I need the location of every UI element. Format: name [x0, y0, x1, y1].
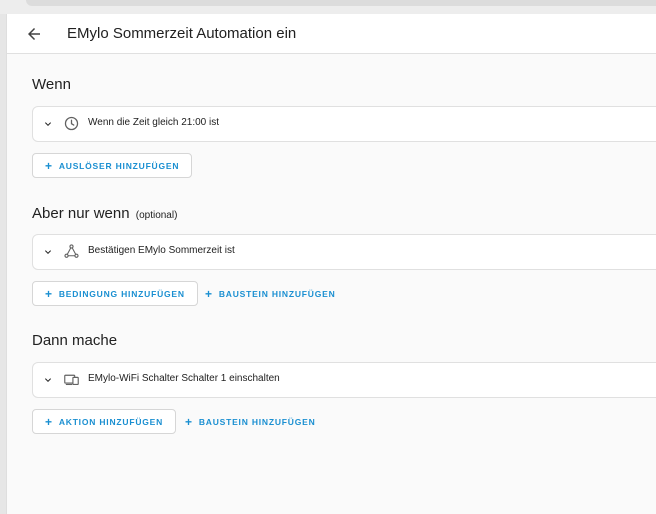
condition-label: Bestätigen EMylo Sommerzeit ist: [88, 245, 235, 256]
condition-card[interactable]: Bestätigen EMylo Sommerzeit ist: [32, 234, 656, 270]
browser-address-bar: [26, 0, 656, 6]
trigger-card[interactable]: Wenn die Zeit gleich 21:00 ist: [32, 106, 656, 142]
plus-icon: +: [205, 286, 213, 301]
top-app-bar: EMylo Sommerzeit Automation ein: [7, 14, 656, 54]
conditions-heading: Aber nur wenn (optional): [32, 205, 177, 222]
chevron-down-icon[interactable]: [42, 374, 54, 386]
add-trigger-button[interactable]: + AUSLÖSER HINZUFÜGEN: [32, 153, 193, 178]
devices-icon: [64, 374, 79, 386]
plus-icon: +: [45, 414, 53, 429]
clock-icon: [64, 116, 79, 131]
add-building-block-label: BAUSTEIN HINZUFÜGEN: [218, 288, 336, 299]
optional-label: (optional): [135, 210, 178, 221]
action-label: EMylo-WiFi Schalter Schalter 1 einschalt…: [88, 373, 280, 384]
browser-top-strip: [0, 0, 656, 14]
plus-icon: +: [45, 286, 53, 301]
add-trigger-label: AUSLÖSER HINZUFÜGEN: [58, 160, 180, 171]
chevron-down-icon[interactable]: [42, 118, 54, 130]
actions-heading: Dann mache: [32, 332, 118, 349]
add-building-block-label: BAUSTEIN HINZUFÜGEN: [198, 416, 316, 427]
chevron-down-icon[interactable]: [42, 246, 54, 258]
add-condition-label: BEDINGUNG HINZUFÜGEN: [58, 288, 185, 299]
add-action-button[interactable]: + AKTION HINZUFÜGEN: [32, 409, 177, 434]
plus-icon: +: [45, 158, 53, 173]
plus-icon: +: [185, 414, 193, 429]
back-arrow-icon[interactable]: [25, 25, 43, 43]
conditions-title: Aber nur wenn: [32, 205, 130, 222]
automation-editor: EMylo Sommerzeit Automation ein Wenn Wen…: [6, 14, 656, 514]
logic-graph-icon: [64, 244, 79, 258]
add-condition-button[interactable]: + BEDINGUNG HINZUFÜGEN: [32, 281, 198, 306]
add-building-block-button[interactable]: + BAUSTEIN HINZUFÜGEN: [193, 281, 348, 306]
add-building-block-button[interactable]: + BAUSTEIN HINZUFÜGEN: [173, 409, 328, 434]
add-action-label: AKTION HINZUFÜGEN: [58, 416, 164, 427]
triggers-heading: Wenn: [32, 76, 71, 93]
trigger-label: Wenn die Zeit gleich 21:00 ist: [88, 117, 220, 128]
action-card[interactable]: EMylo-WiFi Schalter Schalter 1 einschalt…: [32, 362, 656, 398]
page-title: EMylo Sommerzeit Automation ein: [67, 25, 297, 42]
